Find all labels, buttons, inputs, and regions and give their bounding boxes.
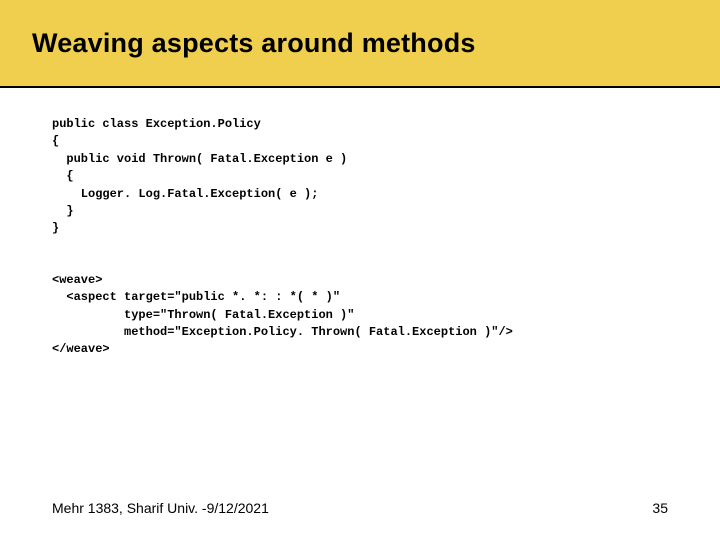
footer: Mehr 1383, Sharif Univ. -9/12/2021 35 xyxy=(52,500,668,516)
slide: Weaving aspects around methods public cl… xyxy=(0,0,720,540)
footer-left-text: Mehr 1383, Sharif Univ. -9/12/2021 xyxy=(52,500,269,516)
code-block-weave: <weave> <aspect target="public *. *: : *… xyxy=(52,272,668,359)
title-bar: Weaving aspects around methods xyxy=(0,0,720,88)
content-area: public class Exception.Policy { public v… xyxy=(0,88,720,359)
slide-title: Weaving aspects around methods xyxy=(32,28,476,59)
page-number: 35 xyxy=(652,500,668,516)
code-block-class: public class Exception.Policy { public v… xyxy=(52,116,668,238)
